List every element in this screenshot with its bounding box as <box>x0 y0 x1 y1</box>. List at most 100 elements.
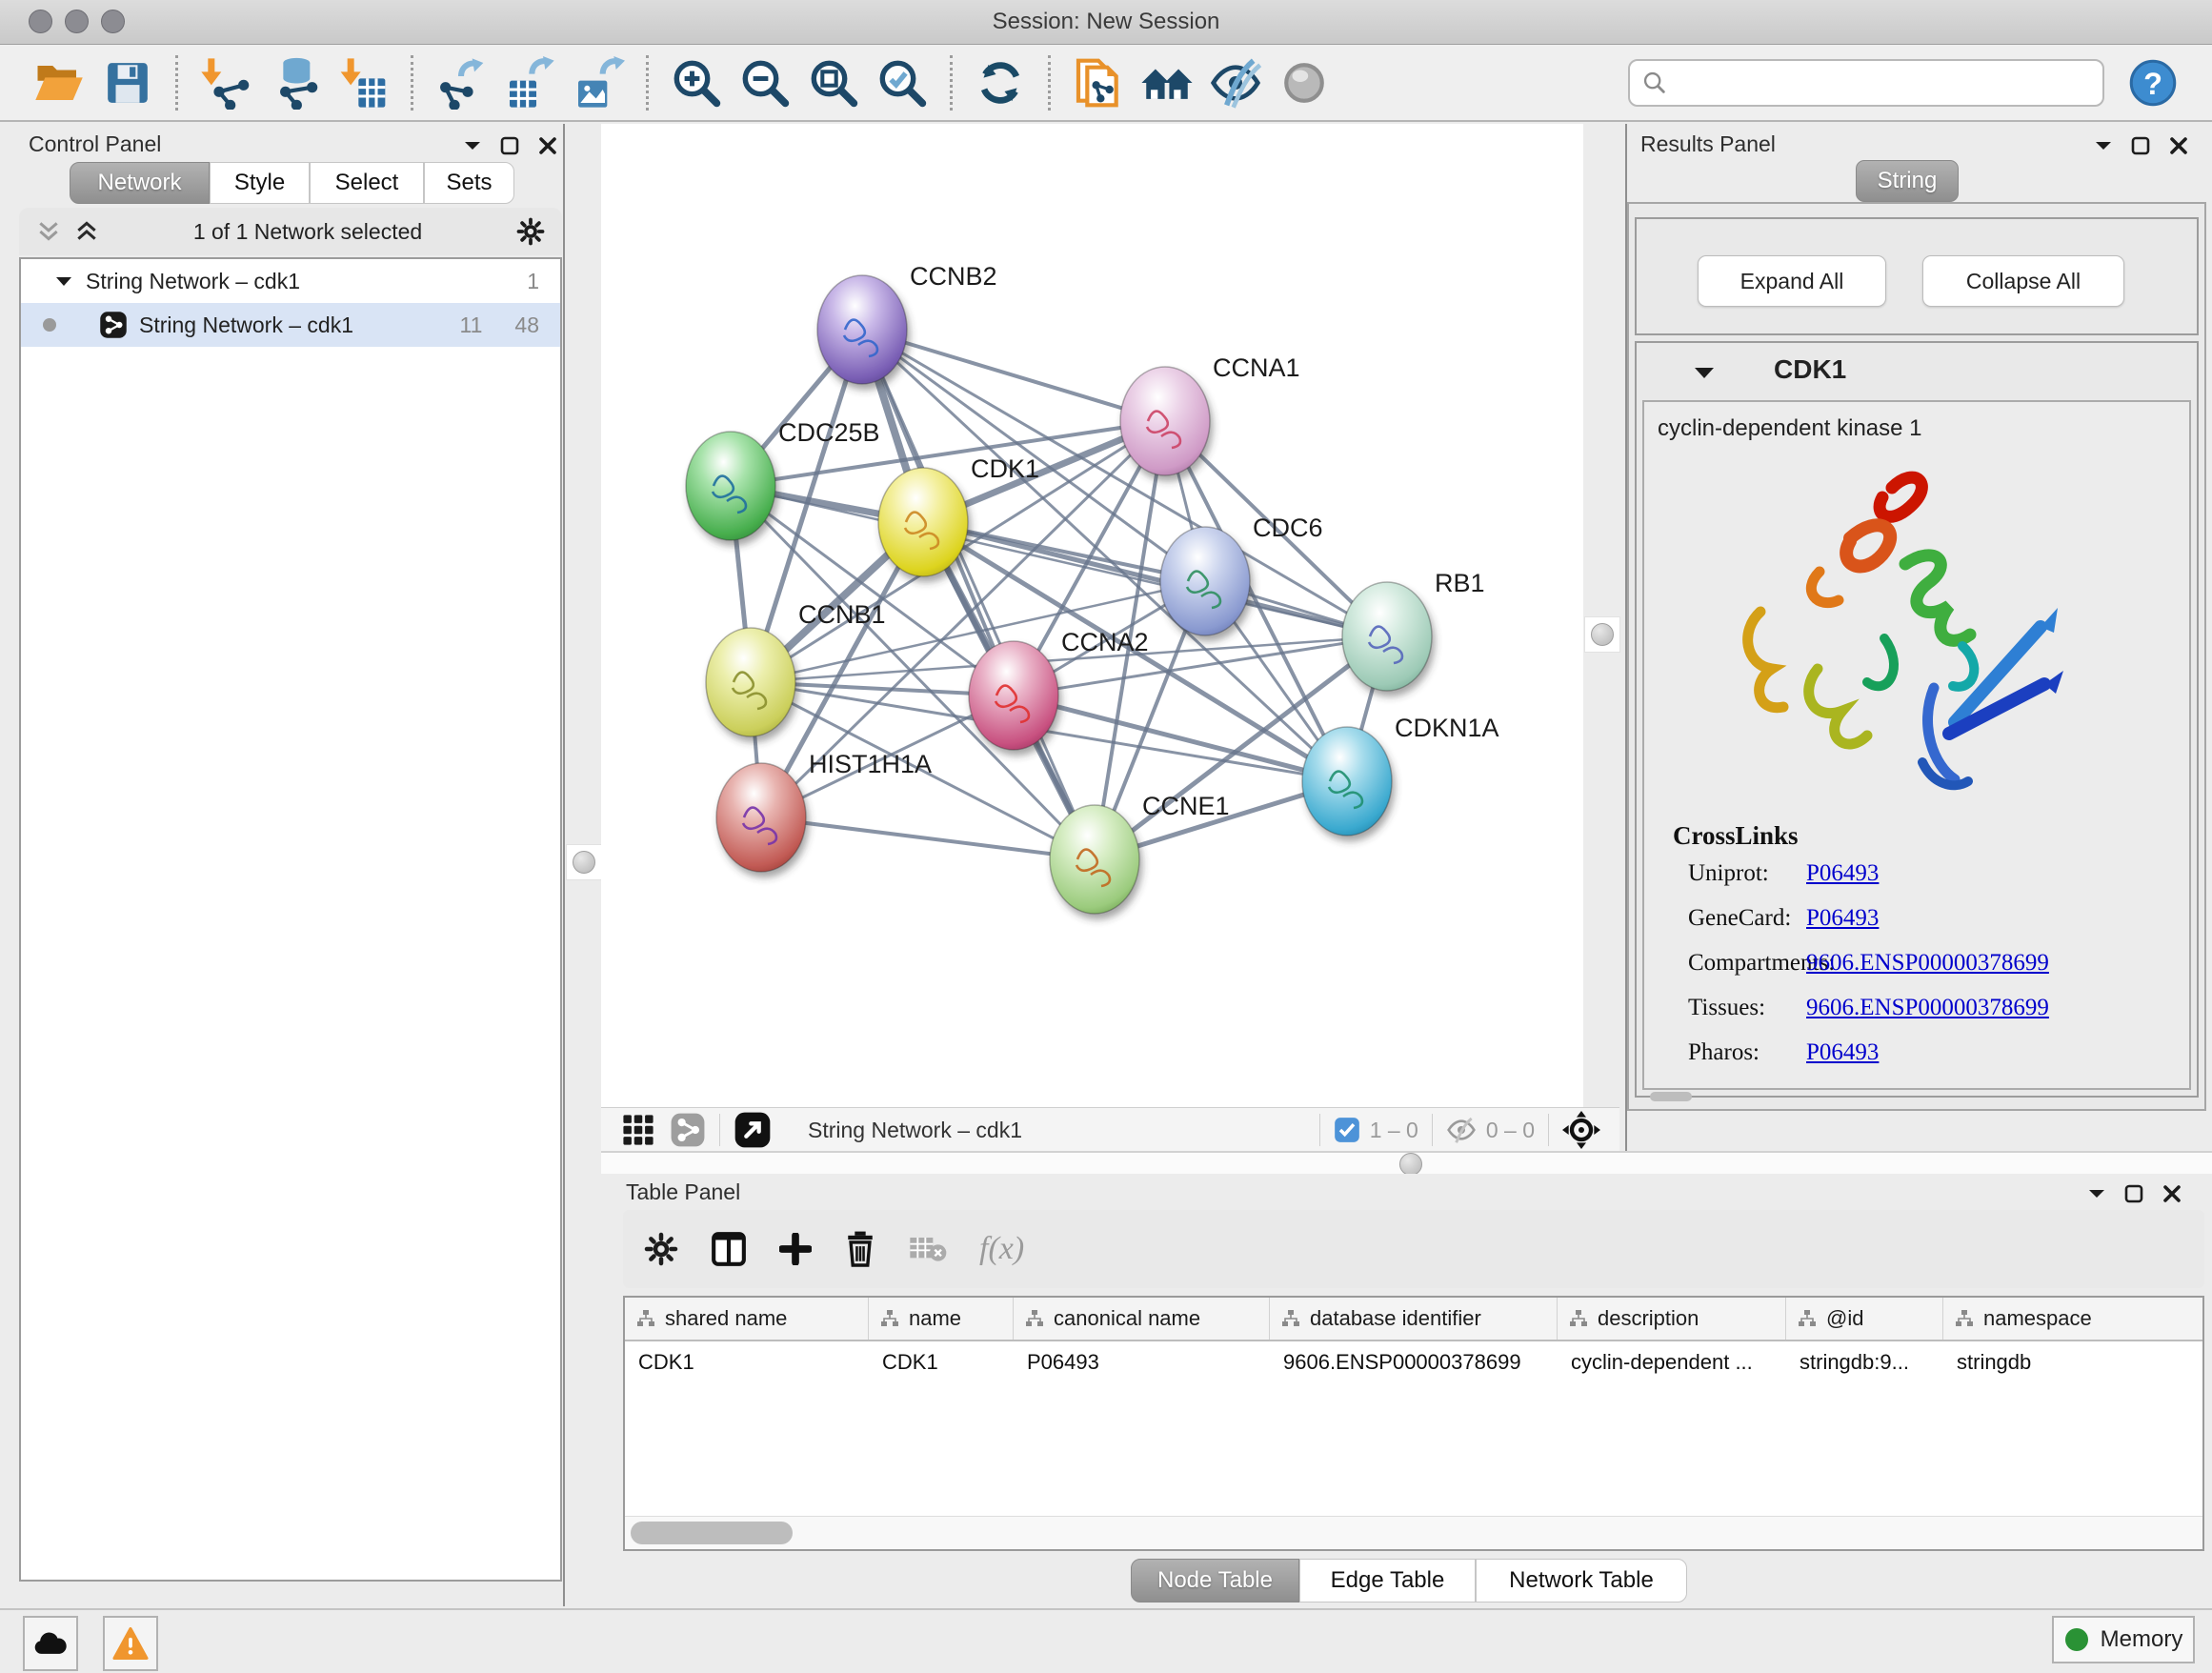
panel-float-icon[interactable] <box>2123 1183 2144 1204</box>
hide-selected-button[interactable] <box>1208 55 1263 111</box>
network-node-CCNB1[interactable] <box>706 628 795 736</box>
crosslink-genecard[interactable]: P06493 <box>1806 905 1879 932</box>
results-hscroll-thumb[interactable] <box>1650 1092 1692 1101</box>
warning-button[interactable] <box>103 1616 158 1671</box>
gear-icon[interactable] <box>516 217 545 246</box>
column-header: @id <box>1786 1298 1943 1340</box>
panel-menu-icon[interactable] <box>2094 139 2113 152</box>
import-table-button[interactable] <box>335 55 391 111</box>
copy-network-button[interactable] <box>1071 55 1126 111</box>
help-button[interactable]: ? <box>2125 55 2181 111</box>
refresh-button[interactable] <box>973 55 1028 111</box>
zoom-in-button[interactable] <box>669 55 724 111</box>
expand-all-icon[interactable] <box>36 219 61 244</box>
tab-edge-table[interactable]: Edge Table <box>1299 1559 1476 1602</box>
import-network-file-button[interactable] <box>198 55 253 111</box>
delete-column-icon[interactable] <box>844 1231 876 1267</box>
toolbar-separator <box>1432 1114 1433 1146</box>
crosslink-pharos[interactable]: P06493 <box>1806 1039 1879 1066</box>
network-canvas[interactable]: CCNB2CCNA1CDC25BCDK1CDC6RB1CCNB1CCNA2CDK… <box>601 124 1583 1107</box>
tab-string[interactable]: String <box>1856 160 1959 202</box>
zoom-selected-button[interactable] <box>875 55 930 111</box>
status-bar: Memory <box>0 1608 2212 1673</box>
network-node-HIST1H1A[interactable] <box>716 763 806 872</box>
export-table-button[interactable] <box>502 55 557 111</box>
network-share-icon[interactable] <box>670 1112 706 1148</box>
export-image-button[interactable] <box>571 55 626 111</box>
tab-network-table[interactable]: Network Table <box>1476 1559 1687 1602</box>
show-columns-icon[interactable] <box>711 1231 747 1267</box>
gene-disclosure-icon[interactable] <box>1694 366 1715 380</box>
right-splitter-handle[interactable] <box>1584 616 1620 653</box>
crosslink-uniprot[interactable]: P06493 <box>1806 860 1879 887</box>
network-edge[interactable] <box>761 817 1095 859</box>
network-node-RB1[interactable] <box>1342 582 1432 691</box>
network-collection-row[interactable]: String Network – cdk1 1 <box>21 259 560 303</box>
panel-close-icon[interactable] <box>537 135 558 156</box>
zoom-fit-button[interactable] <box>806 55 861 111</box>
home-button[interactable] <box>1139 55 1195 111</box>
network-node-CDC6[interactable] <box>1160 527 1250 635</box>
tab-network[interactable]: Network <box>70 162 210 204</box>
toolbar-separator <box>1319 1114 1320 1146</box>
show-all-button[interactable] <box>1277 55 1332 111</box>
collapse-all-icon[interactable] <box>74 219 99 244</box>
search-field[interactable] <box>1628 59 2104 107</box>
import-network-database-button[interactable] <box>267 55 322 111</box>
table-hscrollbar[interactable] <box>625 1516 2202 1549</box>
cloud-button[interactable] <box>23 1616 78 1671</box>
horizontal-splitter-handle[interactable] <box>1399 1153 1422 1176</box>
panel-float-icon[interactable] <box>499 135 520 156</box>
selected-checkbox-icon[interactable] <box>1334 1117 1360 1143</box>
memory-button[interactable]: Memory <box>2052 1616 2195 1663</box>
network-selection-status: 1 of 1 Network selected <box>99 219 516 245</box>
left-splitter[interactable] <box>565 124 601 1606</box>
horizontal-splitter[interactable] <box>601 1151 2212 1177</box>
node-label-CCNB1: CCNB1 <box>798 600 886 629</box>
search-input[interactable] <box>1668 70 2091 96</box>
tab-node-table[interactable]: Node Table <box>1131 1559 1299 1602</box>
node-label-CCNB2: CCNB2 <box>910 262 997 291</box>
network-row[interactable]: String Network – cdk1 11 48 <box>21 303 560 347</box>
crosslink-compartments[interactable]: 9606.ENSP00000378699 <box>1806 950 2049 977</box>
search-icon <box>1641 70 1668 96</box>
save-session-button[interactable] <box>100 55 155 111</box>
panel-close-icon[interactable] <box>2168 135 2189 156</box>
panel-menu-icon[interactable] <box>463 139 482 152</box>
node-table[interactable]: shared name name canonical name database… <box>623 1296 2204 1551</box>
birdseye-view-icon[interactable] <box>1562 1111 1600 1149</box>
tab-sets[interactable]: Sets <box>424 162 514 204</box>
tab-select[interactable]: Select <box>310 162 424 204</box>
hidden-eye-slash-icon[interactable] <box>1446 1115 1477 1145</box>
collapse-all-button[interactable]: Collapse All <box>1922 255 2124 307</box>
table-hscroll-thumb[interactable] <box>631 1522 793 1544</box>
export-network-button[interactable] <box>433 55 489 111</box>
network-node-CDK1[interactable] <box>878 468 968 576</box>
network-node-CCNB2[interactable] <box>817 275 907 384</box>
panel-menu-icon[interactable] <box>2087 1187 2106 1200</box>
panel-float-icon[interactable] <box>2130 135 2151 156</box>
network-edge[interactable] <box>862 330 1095 859</box>
table-gear-icon[interactable] <box>644 1232 678 1266</box>
disclosure-triangle-icon[interactable] <box>55 275 72 288</box>
left-splitter-handle[interactable] <box>566 844 602 880</box>
network-graph[interactable]: CCNB2CCNA1CDC25BCDK1CDC6RB1CCNB1CCNA2CDK… <box>601 124 1583 1107</box>
open-session-button[interactable] <box>31 55 87 111</box>
panel-close-icon[interactable] <box>2162 1183 2182 1204</box>
open-in-window-icon[interactable] <box>734 1111 772 1149</box>
crosslink-tissues[interactable]: 9606.ENSP00000378699 <box>1806 995 2049 1021</box>
tab-style[interactable]: Style <box>210 162 310 204</box>
network-node-CCNA2[interactable] <box>969 641 1058 750</box>
network-node-CDKN1A[interactable] <box>1302 727 1392 836</box>
add-column-icon[interactable] <box>779 1233 812 1265</box>
grid-view-icon[interactable] <box>622 1114 654 1146</box>
network-node-CCNA1[interactable] <box>1120 367 1210 475</box>
right-splitter[interactable] <box>1583 124 1619 1107</box>
column-header: shared name <box>625 1298 869 1340</box>
network-edge[interactable] <box>862 330 1165 421</box>
zoom-out-button[interactable] <box>737 55 793 111</box>
network-node-CDC25B[interactable] <box>686 432 775 540</box>
network-node-CCNE1[interactable] <box>1050 805 1139 914</box>
table-row[interactable]: CDK1 CDK1 P06493 9606.ENSP00000378699 cy… <box>625 1341 2202 1383</box>
expand-all-button[interactable]: Expand All <box>1698 255 1886 307</box>
